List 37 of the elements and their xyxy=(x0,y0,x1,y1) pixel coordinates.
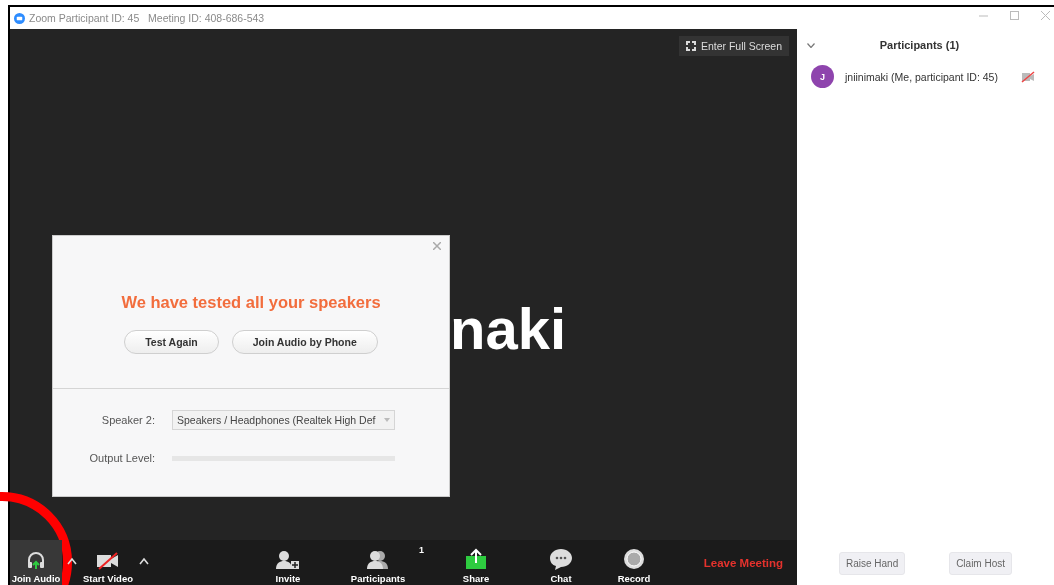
camera-off-icon xyxy=(96,552,120,570)
chat-button[interactable]: Chat xyxy=(526,540,596,585)
window-title: Zoom Participant ID: 45 Meeting ID: 408-686-543 xyxy=(29,12,265,24)
share-icon xyxy=(465,548,487,570)
leave-meeting-button[interactable]: Leave Meeting xyxy=(697,555,789,570)
panel-button[interactable]: Raise Hand xyxy=(838,552,906,575)
expand-icon xyxy=(685,41,696,51)
chat-bubble-icon xyxy=(549,548,573,570)
people-icon xyxy=(366,550,390,570)
audio-button[interactable]: Join Audio xyxy=(10,540,62,585)
add-person-icon xyxy=(276,550,300,570)
dropdown-arrow-icon xyxy=(384,418,390,422)
participant-count: 1 xyxy=(419,545,424,555)
invite-button[interactable]: Invite xyxy=(256,540,320,585)
participant-name: jniinimaki (Me, participant ID: 45) xyxy=(845,70,998,83)
share-button[interactable]: Share xyxy=(446,540,506,585)
close-icon[interactable] xyxy=(1041,11,1050,20)
participants-button[interactable]: Participants 1 xyxy=(330,540,426,585)
panel-title: Participants (1) xyxy=(878,39,961,51)
headphones-icon xyxy=(26,550,46,570)
dialog-button[interactable]: Test Again xyxy=(124,330,219,354)
participant-name-display: naki xyxy=(450,295,567,362)
avatar: J xyxy=(811,65,834,88)
video-button[interactable]: Start Video xyxy=(82,540,134,585)
maximize-icon[interactable] xyxy=(1010,11,1019,20)
dialog-button[interactable]: Join Audio by Phone xyxy=(231,330,378,354)
close-icon[interactable] xyxy=(433,242,441,250)
chevron-icon[interactable] xyxy=(807,42,815,48)
record-icon xyxy=(623,548,645,570)
speaker-label: Speaker 2: xyxy=(100,414,155,426)
enter-full-screen-button[interactable]: Enter Full Screen xyxy=(678,36,789,56)
speaker-dropdown[interactable]: Speakers / Headphones (Realtek High Def xyxy=(172,410,395,430)
record-button[interactable]: Record xyxy=(606,540,662,585)
app-logo-icon xyxy=(14,12,25,24)
dialog-heading: We have tested all your speakers xyxy=(121,293,381,312)
output-level-label: Output Level: xyxy=(88,452,155,464)
panel-button[interactable]: Claim Host xyxy=(949,552,1013,575)
